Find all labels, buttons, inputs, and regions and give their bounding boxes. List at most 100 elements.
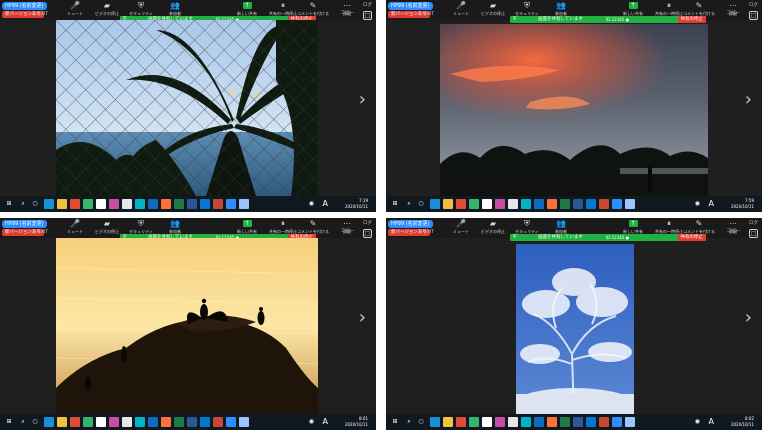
close-square-icon[interactable]: □ bbox=[749, 229, 758, 238]
zoom-icon[interactable] bbox=[226, 199, 236, 209]
zoom-icon[interactable] bbox=[612, 199, 622, 209]
paint-app-icon[interactable] bbox=[109, 417, 119, 427]
pen-app-icon[interactable] bbox=[96, 199, 106, 209]
word-icon[interactable] bbox=[187, 199, 197, 209]
copy-label[interactable]: コピー bbox=[727, 10, 741, 16]
paint-app-icon[interactable] bbox=[109, 199, 119, 209]
notepad-icon[interactable] bbox=[122, 199, 132, 209]
zoom-icon[interactable] bbox=[226, 417, 236, 427]
terminal-icon[interactable] bbox=[135, 199, 145, 209]
edge-icon[interactable] bbox=[469, 199, 479, 209]
word-icon[interactable] bbox=[187, 417, 197, 427]
network-icon[interactable]: ◉ bbox=[309, 418, 314, 426]
excel-icon[interactable] bbox=[174, 417, 184, 427]
notepad-icon[interactable] bbox=[508, 417, 518, 427]
powerpoint-icon[interactable] bbox=[213, 199, 223, 209]
terminal-icon[interactable] bbox=[521, 417, 531, 427]
excel-icon[interactable] bbox=[174, 199, 184, 209]
stop-share-button[interactable]: 共有の停止 bbox=[677, 234, 706, 241]
windows-start-icon[interactable]: ⊞ bbox=[390, 417, 400, 427]
word-icon[interactable] bbox=[573, 199, 583, 209]
meeting-id-badge[interactable]: HP99 (名前変更) bbox=[388, 220, 433, 228]
outlook-icon[interactable] bbox=[148, 417, 158, 427]
word-icon[interactable] bbox=[573, 417, 583, 427]
network-icon[interactable]: ◉ bbox=[695, 200, 700, 208]
firefox-icon[interactable] bbox=[547, 417, 557, 427]
photos-icon[interactable] bbox=[239, 417, 249, 427]
photos-icon[interactable] bbox=[625, 199, 635, 209]
mail-icon[interactable] bbox=[586, 199, 596, 209]
task-view-icon[interactable]: ○ bbox=[416, 417, 426, 427]
search-icon[interactable]: ⌕ bbox=[404, 199, 414, 209]
mail-icon[interactable] bbox=[586, 417, 596, 427]
copy-label[interactable]: コピー bbox=[341, 10, 355, 16]
toolbar-microphone-button[interactable]: 🎤 ミュート bbox=[444, 219, 478, 237]
chrome-icon[interactable] bbox=[70, 417, 80, 427]
chrome-icon[interactable] bbox=[456, 417, 466, 427]
windows-start-icon[interactable]: ⊞ bbox=[390, 199, 400, 209]
edge-browser-icon[interactable] bbox=[430, 199, 440, 209]
close-square-icon[interactable]: □ bbox=[363, 11, 372, 20]
network-icon[interactable]: ◉ bbox=[309, 200, 314, 208]
file-explorer-icon[interactable] bbox=[57, 417, 67, 427]
pen-app-icon[interactable] bbox=[96, 417, 106, 427]
notepad-icon[interactable] bbox=[508, 199, 518, 209]
pen-app-icon[interactable] bbox=[482, 417, 492, 427]
outlook-icon[interactable] bbox=[534, 417, 544, 427]
chevron-right-icon[interactable]: › bbox=[745, 308, 752, 328]
powerpoint-icon[interactable] bbox=[213, 417, 223, 427]
toolbar-microphone-button[interactable]: 🎤 ミュート bbox=[58, 1, 92, 19]
toolbar-video-camera-button[interactable]: ▰ ビデオの停止 bbox=[476, 1, 510, 19]
file-explorer-icon[interactable] bbox=[443, 417, 453, 427]
toolbar-video-camera-button[interactable]: ▰ ビデオの停止 bbox=[476, 219, 510, 237]
taskbar-clock[interactable]: 7:59 2020/10/11 bbox=[731, 198, 754, 210]
meeting-id-badge[interactable]: HP99 (名前変更) bbox=[2, 2, 47, 10]
file-explorer-icon[interactable] bbox=[443, 199, 453, 209]
copy-label[interactable]: コピー bbox=[341, 228, 355, 234]
firefox-icon[interactable] bbox=[161, 199, 171, 209]
meeting-id-badge[interactable]: HP99 (名前変更) bbox=[2, 220, 47, 228]
toolbar-microphone-button[interactable]: 🎤 ミュート bbox=[58, 219, 92, 237]
terminal-icon[interactable] bbox=[135, 417, 145, 427]
photos-icon[interactable] bbox=[625, 417, 635, 427]
toolbar-video-camera-button[interactable]: ▰ ビデオの停止 bbox=[90, 219, 124, 237]
toolbar-video-camera-button[interactable]: ▰ ビデオの停止 bbox=[90, 1, 124, 19]
excel-icon[interactable] bbox=[560, 199, 570, 209]
task-view-icon[interactable]: ○ bbox=[416, 199, 426, 209]
meeting-id-badge[interactable]: HP99 (名前変更) bbox=[388, 2, 433, 10]
photos-icon[interactable] bbox=[239, 199, 249, 209]
network-icon[interactable]: ◉ bbox=[695, 418, 700, 426]
log-label[interactable]: ログ bbox=[749, 220, 758, 226]
task-view-icon[interactable]: ○ bbox=[30, 199, 40, 209]
ime-indicator-icon[interactable]: A bbox=[709, 418, 714, 426]
close-square-icon[interactable]: □ bbox=[749, 11, 758, 20]
log-label[interactable]: ログ bbox=[749, 2, 758, 8]
chevron-right-icon[interactable]: › bbox=[359, 308, 366, 328]
taskbar-clock[interactable]: 7:19 2020/10/11 bbox=[345, 198, 368, 210]
log-label[interactable]: ログ bbox=[363, 2, 372, 8]
powerpoint-icon[interactable] bbox=[599, 417, 609, 427]
ime-indicator-icon[interactable]: A bbox=[709, 200, 714, 208]
exit-label[interactable]: EXIT bbox=[38, 229, 48, 236]
edge-icon[interactable] bbox=[83, 417, 93, 427]
mail-icon[interactable] bbox=[200, 199, 210, 209]
exit-label[interactable]: EXIT bbox=[424, 11, 434, 18]
paint-app-icon[interactable] bbox=[495, 199, 505, 209]
zoom-icon[interactable] bbox=[612, 417, 622, 427]
ime-indicator-icon[interactable]: A bbox=[323, 200, 328, 208]
taskbar-clock[interactable]: 8:01 2020/10/11 bbox=[345, 416, 368, 428]
outlook-icon[interactable] bbox=[534, 199, 544, 209]
edge-browser-icon[interactable] bbox=[44, 417, 54, 427]
mail-icon[interactable] bbox=[200, 417, 210, 427]
edge-browser-icon[interactable] bbox=[430, 417, 440, 427]
chrome-icon[interactable] bbox=[70, 199, 80, 209]
chevron-right-icon[interactable]: › bbox=[745, 90, 752, 110]
search-icon[interactable]: ⌕ bbox=[18, 199, 28, 209]
windows-start-icon[interactable]: ⊞ bbox=[4, 199, 14, 209]
windows-start-icon[interactable]: ⊞ bbox=[4, 417, 14, 427]
copy-label[interactable]: コピー bbox=[727, 228, 741, 234]
taskbar-clock[interactable]: 8:02 2020/10/11 bbox=[731, 416, 754, 428]
file-explorer-icon[interactable] bbox=[57, 199, 67, 209]
chevron-right-icon[interactable]: › bbox=[359, 90, 366, 110]
terminal-icon[interactable] bbox=[521, 199, 531, 209]
